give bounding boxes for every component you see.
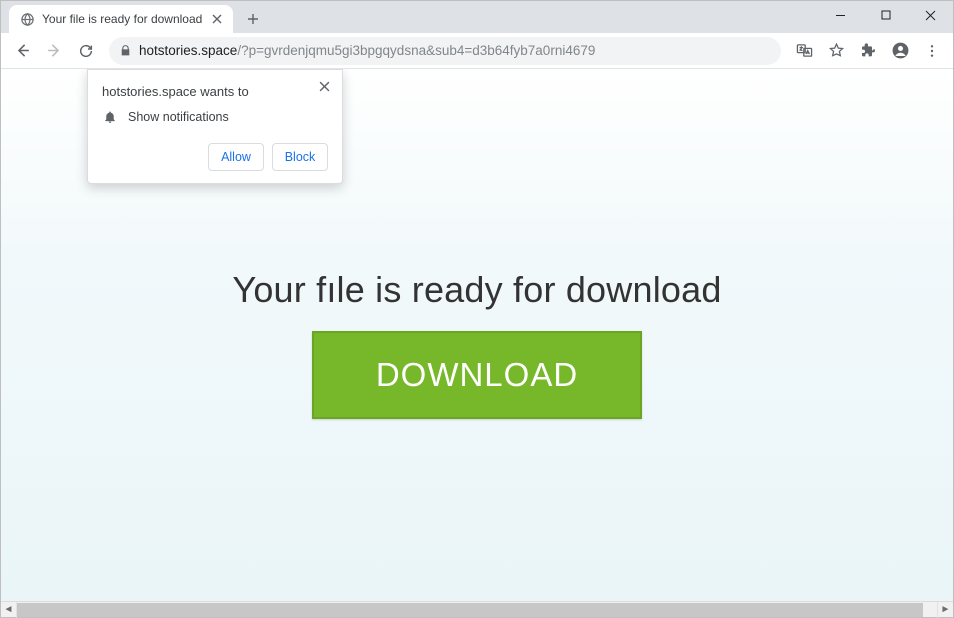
reload-button[interactable] (71, 36, 101, 66)
url-host: hotstories.space (139, 43, 237, 58)
titlebar: Your file is ready for download (1, 1, 953, 33)
minimize-button[interactable] (818, 1, 863, 29)
permission-actions: Allow Block (102, 143, 328, 171)
tab-strip: Your file is ready for download (1, 1, 267, 33)
page-viewport: Your fıle is ready for download DOWNLOAD… (1, 69, 953, 601)
page-heading: Your fıle is ready for download (1, 269, 953, 311)
extensions-icon[interactable] (853, 36, 883, 66)
tab-title: Your file is ready for download (42, 12, 202, 26)
address-bar[interactable]: hotstories.space/?p=gvrdenjqmu5gi3bpgqyd… (109, 37, 781, 65)
new-tab-button[interactable] (239, 5, 267, 33)
bookmark-star-icon[interactable] (821, 36, 851, 66)
notification-permission-popup: hotstories.space wants to Show notificat… (87, 69, 343, 184)
close-window-button[interactable] (908, 1, 953, 29)
lock-icon (117, 43, 133, 59)
download-button[interactable]: DOWNLOAD (312, 331, 642, 419)
close-icon[interactable] (314, 76, 334, 96)
scrollbar-thumb[interactable] (17, 603, 923, 617)
forward-button[interactable] (39, 36, 69, 66)
translate-icon[interactable] (789, 36, 819, 66)
close-tab-icon[interactable] (209, 11, 225, 27)
browser-window: Your file is ready for download (0, 0, 954, 618)
block-button[interactable]: Block (272, 143, 328, 171)
allow-button[interactable]: Allow (208, 143, 264, 171)
permission-title: hotstories.space wants to (102, 84, 328, 99)
maximize-button[interactable] (863, 1, 908, 29)
profile-icon[interactable] (885, 36, 915, 66)
back-button[interactable] (7, 36, 37, 66)
browser-tab[interactable]: Your file is ready for download (9, 5, 233, 33)
toolbar: hotstories.space/?p=gvrdenjqmu5gi3bpgqyd… (1, 33, 953, 69)
scrollbar-track[interactable] (17, 602, 937, 618)
url-text: hotstories.space/?p=gvrdenjqmu5gi3bpgqyd… (139, 43, 595, 58)
menu-icon[interactable] (917, 36, 947, 66)
url-path: /?p=gvrdenjqmu5gi3bpgqydsna&sub4=d3b64fy… (237, 43, 595, 58)
window-controls (818, 1, 953, 29)
scroll-left-icon[interactable]: ◄ (1, 602, 17, 618)
horizontal-scrollbar[interactable]: ◄ ► (1, 601, 953, 617)
bell-icon (102, 109, 118, 125)
globe-icon (19, 11, 35, 27)
permission-request-row: Show notifications (102, 109, 328, 125)
scroll-right-icon[interactable]: ► (937, 602, 953, 618)
permission-request-label: Show notifications (128, 110, 229, 124)
